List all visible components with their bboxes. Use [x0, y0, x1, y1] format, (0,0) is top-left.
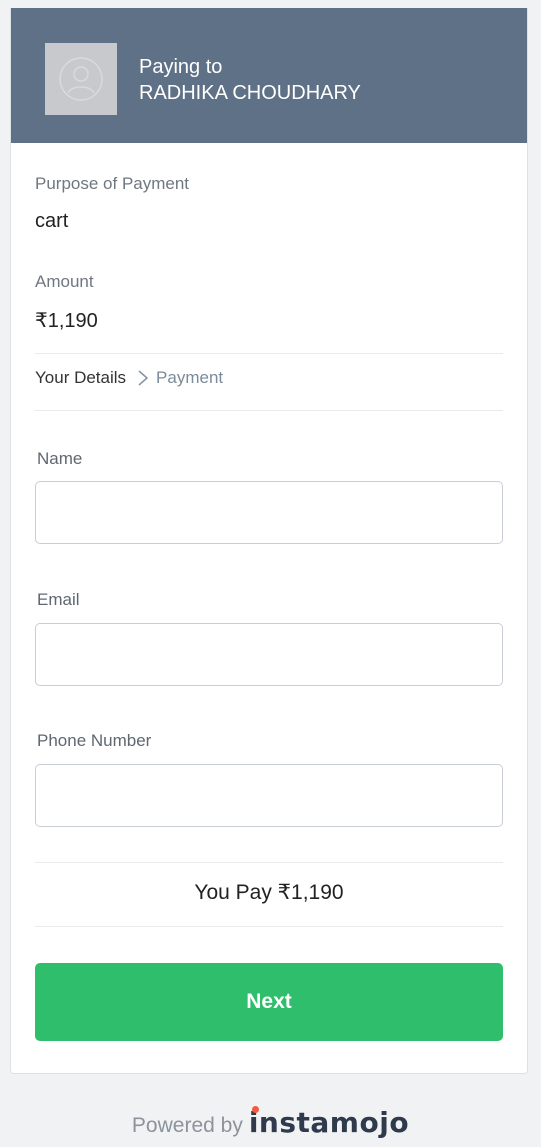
- chevron-right-icon: [136, 369, 150, 387]
- payee-header: Paying to RADHIKA CHOUDHARY: [11, 8, 527, 143]
- purpose-value: cart: [35, 210, 69, 232]
- purpose-label: Purpose of Payment: [35, 174, 190, 193]
- paying-to-block: Paying to RADHIKA CHOUDHARY: [139, 54, 361, 106]
- amount-value: ₹1,190: [35, 310, 98, 332]
- payee-avatar: [45, 43, 117, 115]
- email-label: Email: [37, 590, 80, 609]
- divider: [35, 862, 503, 863]
- phone-label: Phone Number: [37, 731, 152, 750]
- name-input[interactable]: [35, 481, 503, 544]
- divider: [35, 410, 503, 411]
- instamojo-logo[interactable]: instamojo: [249, 1106, 409, 1139]
- powered-by-footer: Powered by instamojo: [0, 1106, 541, 1139]
- payment-card: Paying to RADHIKA CHOUDHARY Purpose of P…: [10, 8, 528, 1074]
- divider: [35, 926, 503, 927]
- phone-input[interactable]: [35, 764, 503, 827]
- name-label: Name: [37, 449, 83, 468]
- step-payment[interactable]: Payment: [156, 368, 223, 388]
- paying-to-label: Paying to: [139, 56, 223, 78]
- payee-name: RADHIKA CHOUDHARY: [139, 82, 361, 104]
- divider: [35, 353, 503, 354]
- logo-dot: [251, 1106, 259, 1113]
- checkout-steps: Your Details Payment: [35, 368, 223, 388]
- you-pay-total: You Pay ₹1,190: [194, 881, 344, 904]
- user-avatar-icon: [59, 57, 103, 101]
- next-button[interactable]: Next: [35, 963, 503, 1041]
- amount-label: Amount: [35, 272, 94, 291]
- email-input[interactable]: [35, 623, 503, 686]
- step-your-details: Your Details: [35, 368, 127, 387]
- brand-name: instamojo: [248, 1106, 410, 1139]
- powered-by-text: Powered by: [131, 1114, 243, 1137]
